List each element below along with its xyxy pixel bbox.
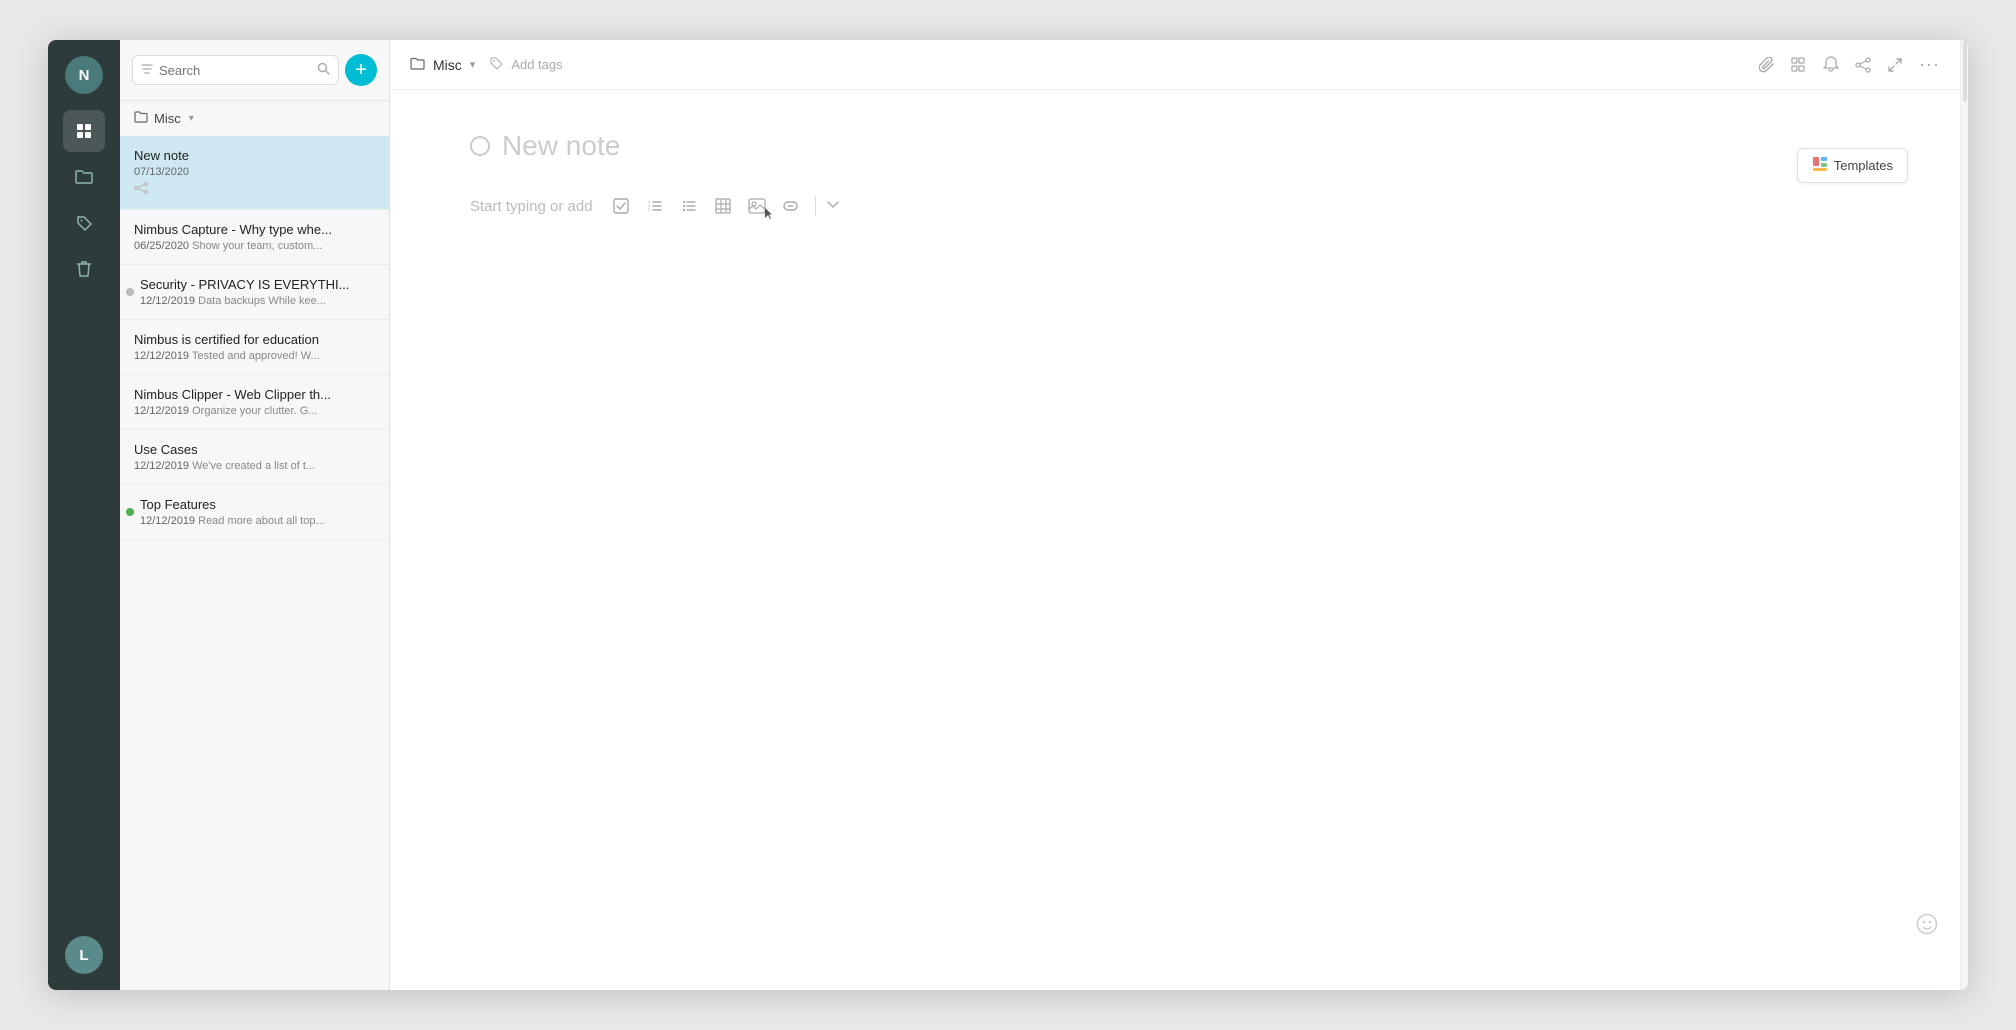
add-note-button[interactable]: + [345,54,377,86]
note-item-4[interactable]: Nimbus is certified for education 12/12/… [120,320,389,375]
emoji-button[interactable] [1916,913,1938,940]
toolbar-tag-icon [489,56,503,73]
nav-folder-icon[interactable] [63,156,105,198]
scrollbar-thumb [1963,42,1967,102]
note-meta-4: 12/12/2019 Tested and approved! W... [134,350,375,362]
editor-placeholder: Start typing or add [470,198,593,215]
add-tags-label[interactable]: Add tags [511,57,562,72]
folder-chevron-icon: ▾ [189,113,194,124]
note-meta-1: 07/13/2020 [134,166,375,178]
editor-toolbar: Start typing or add 1 2 3 [470,186,1880,226]
note-item-6[interactable]: Use Cases 12/12/2019 We've created a lis… [120,430,389,485]
editor-expand-tool[interactable] [826,199,840,213]
note-meta-6: 12/12/2019 We've created a list of t... [134,460,375,472]
nav-grid-icon[interactable] [63,110,105,152]
notifications-button[interactable] [1823,56,1839,73]
link-tool[interactable] [777,194,805,218]
templates-label: Templates [1834,158,1893,173]
icon-nav: N L [48,40,120,990]
note-title-6: Use Cases [134,442,375,457]
sidebar: + Misc ▾ New note 07/13/2020 [120,40,390,990]
top-avatar[interactable]: N [65,56,103,94]
note-title-area: New note [470,130,1880,162]
note-item-7[interactable]: Top Features 12/12/2019 Read more about … [120,485,389,540]
nav-tag-icon[interactable] [63,202,105,244]
note-title-4: Nimbus is certified for education [134,332,375,347]
toolbar-chevron-icon: ▾ [470,58,476,71]
unordered-list-tool[interactable] [675,194,703,218]
note-title-2: Nimbus Capture - Why type whe... [134,222,375,237]
right-scrollbar [1960,40,1968,990]
note-item-5[interactable]: Nimbus Clipper - Web Clipper th... 12/12… [120,375,389,430]
toolbar-folder-name: Misc [433,57,462,73]
expand-button[interactable] [1887,57,1903,73]
checkbox-tool[interactable] [607,194,635,218]
svg-text:3: 3 [648,207,651,212]
note-item-1[interactable]: New note 07/13/2020 [120,136,389,210]
nav-trash-icon[interactable] [63,248,105,290]
search-input[interactable] [159,63,313,78]
folder-header: Misc ▾ [120,101,389,136]
sidebar-header: + [120,40,389,101]
note-title-3: Security - PRIVACY IS EVERYTHI... [140,277,375,292]
folder-icon [134,111,148,126]
search-icon [317,62,330,78]
table-tool[interactable] [709,194,737,218]
folder-name: Misc [154,111,181,126]
note-dot-3 [126,288,134,296]
note-meta-3: 12/12/2019 Data backups While kee... [140,295,375,307]
filter-icon [141,63,153,77]
note-title-5: Nimbus Clipper - Web Clipper th... [134,387,375,402]
templates-icon [1812,156,1828,175]
notes-list: New note 07/13/2020 Nimbus Capture - Why… [120,136,389,990]
note-title-7: Top Features [140,497,375,512]
share-icon-1 [134,182,375,197]
note-meta-7: 12/12/2019 Read more about all top... [140,515,375,527]
ordered-list-tool[interactable]: 1 2 3 [641,194,669,218]
templates-button[interactable]: Templates [1797,148,1908,183]
main-content: Misc ▾ Add tags [390,40,1960,990]
note-item-3[interactable]: Security - PRIVACY IS EVERYTHI... 12/12/… [120,265,389,320]
toolbar-folder-icon [410,57,425,73]
grid-view-button[interactable] [1791,57,1807,73]
note-title-display: New note [502,130,620,162]
bottom-avatar[interactable]: L [65,936,103,974]
note-item-2[interactable]: Nimbus Capture - Why type whe... 06/25/2… [120,210,389,265]
share-button[interactable] [1855,57,1871,73]
note-meta-2: 06/25/2020 Show your team, custom... [134,240,375,252]
note-title-1: New note [134,148,375,163]
note-meta-5: 12/12/2019 Organize your clutter. G... [134,405,375,417]
main-toolbar: Misc ▾ Add tags [390,40,1960,90]
editor-divider [815,196,816,216]
note-status-circle [470,136,490,156]
search-box[interactable] [132,55,339,85]
image-tool[interactable] [743,194,771,218]
note-editor[interactable]: New note Start typing or add 1 2 3 [390,90,1960,990]
note-dot-7 [126,508,134,516]
more-button[interactable]: ··· [1919,54,1940,75]
toolbar-right: ··· [1759,54,1940,75]
attachment-button[interactable] [1759,57,1775,73]
